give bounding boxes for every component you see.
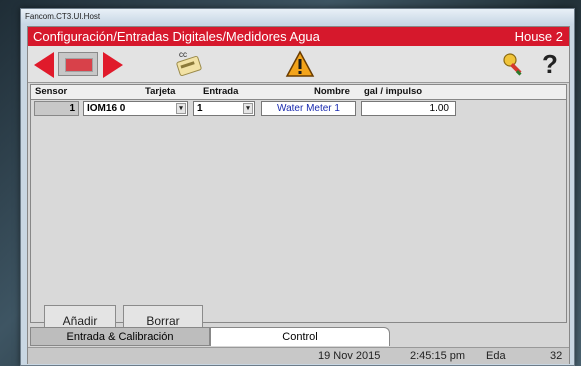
window-titlebar: Fancom.CT3.UI.Host: [21, 9, 574, 25]
table-row: 1 IOM16 0 ▾ 1 ▾ Water Meter 1 1.00: [31, 101, 566, 117]
toolbar: cc ?: [28, 46, 569, 83]
sensor-number: 1: [34, 101, 79, 116]
entrada-value: 1: [197, 103, 203, 114]
column-header-gal-impulso: gal / impulso: [364, 86, 423, 97]
page-title: Configuración/Entradas Digitales/Medidor…: [33, 29, 320, 44]
sensor-table-panel: Sensor Tarjeta Entrada Nombre gal / impu…: [30, 84, 567, 323]
app-window: Fancom.CT3.UI.Host Configuración/Entrada…: [20, 8, 575, 366]
status-bar: 19 Nov 2015 2:45:15 pm Eda 32: [28, 347, 569, 364]
column-header-nombre: Nombre: [314, 86, 350, 97]
help-icon[interactable]: ?: [538, 49, 562, 79]
status-time: 2:45:15 pm: [410, 350, 466, 362]
gal-impulso-field[interactable]: 1.00: [361, 101, 456, 116]
copy-card-icon[interactable]: cc: [173, 49, 205, 79]
list-icon: [65, 58, 93, 72]
next-arrow-icon[interactable]: [103, 52, 123, 78]
nombre-field[interactable]: Water Meter 1: [261, 101, 356, 116]
status-date: 19 Nov 2015: [318, 350, 381, 362]
cc-label: cc: [179, 50, 187, 59]
status-user: Eda: [486, 350, 506, 362]
tab-bar: Entrada & Calibración Control: [28, 325, 569, 347]
previous-arrow-icon[interactable]: [34, 52, 54, 78]
tarjeta-select[interactable]: IOM16 0 ▾: [83, 101, 188, 116]
tab-entrada-calibracion[interactable]: Entrada & Calibración: [30, 327, 210, 346]
list-view-button[interactable]: [58, 52, 98, 76]
app-content: Configuración/Entradas Digitales/Medidor…: [27, 26, 570, 364]
column-header-entrada: Entrada: [203, 86, 239, 97]
chevron-down-icon[interactable]: ▾: [176, 103, 186, 114]
column-header-tarjeta: Tarjeta: [145, 86, 176, 97]
table-header: Sensor Tarjeta Entrada Nombre gal / impu…: [31, 85, 566, 100]
house-label: House 2: [514, 29, 563, 44]
entrada-select[interactable]: 1 ▾: [193, 101, 255, 116]
tab-control[interactable]: Control: [210, 327, 390, 346]
header-bar: Configuración/Entradas Digitales/Medidor…: [28, 27, 569, 46]
column-header-sensor: Sensor: [35, 86, 68, 97]
tarjeta-value: IOM16 0: [87, 103, 126, 114]
warning-icon[interactable]: [285, 50, 315, 78]
status-number: 32: [550, 350, 563, 362]
chevron-down-icon[interactable]: ▾: [243, 103, 253, 114]
key-icon[interactable]: [502, 52, 528, 78]
